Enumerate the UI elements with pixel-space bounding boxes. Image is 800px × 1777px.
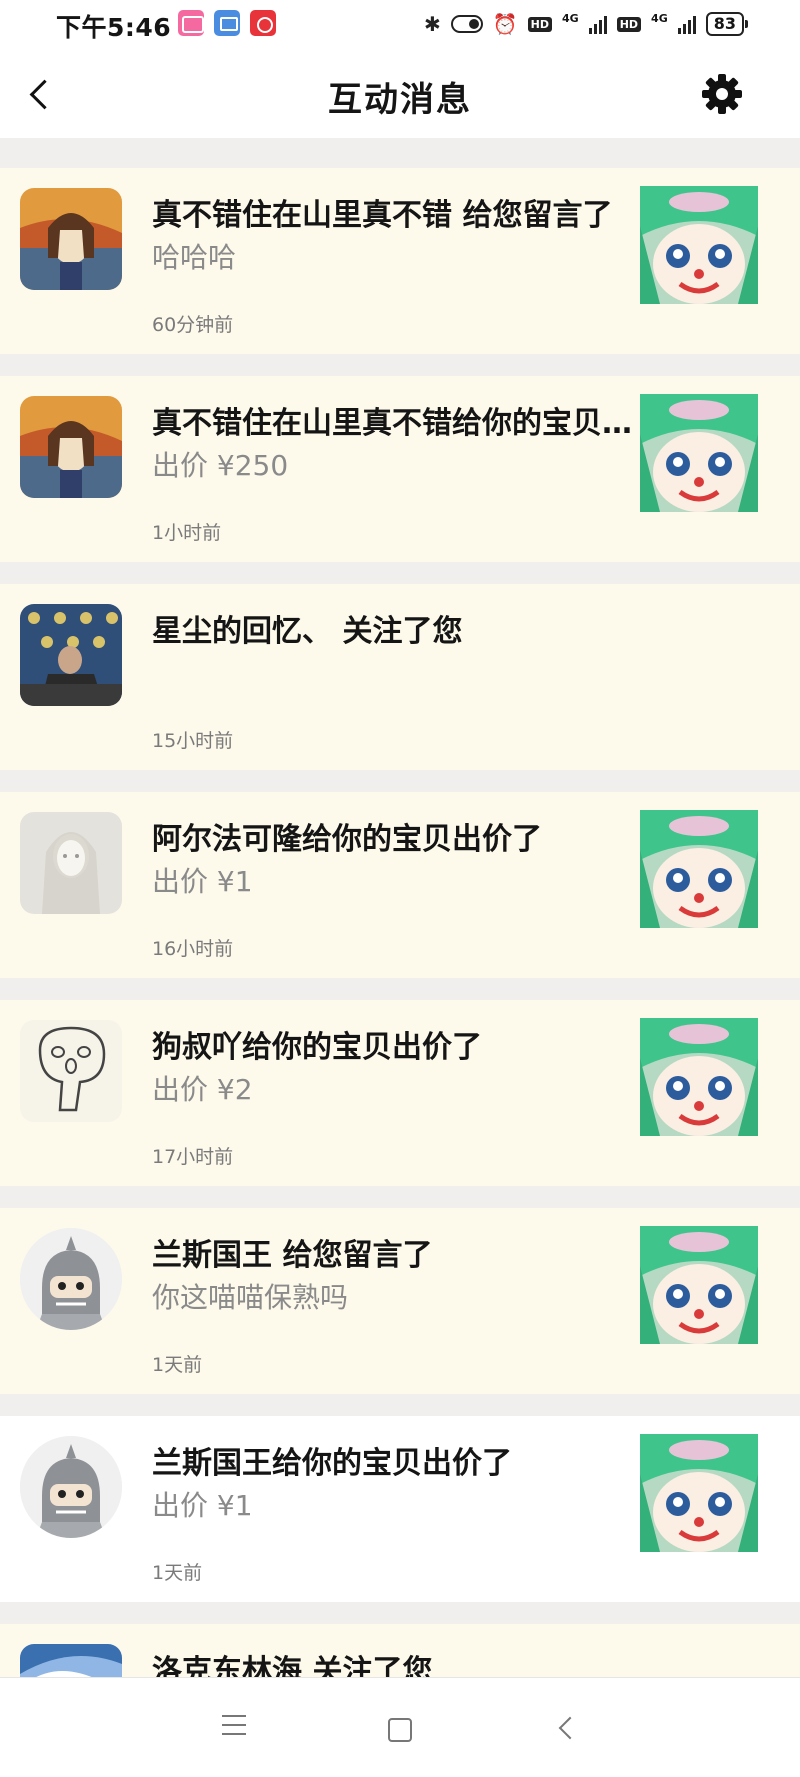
message-time: 17小时前 bbox=[152, 1146, 234, 1168]
item-thumbnail[interactable] bbox=[640, 394, 758, 512]
network-type-2: 4G bbox=[651, 11, 668, 25]
message-subtitle: 你这喵喵保熟吗 bbox=[152, 1281, 349, 1314]
message-title: 星尘的回忆、 关注了您 bbox=[152, 614, 463, 649]
music-app-icon bbox=[250, 10, 276, 36]
message-subtitle: 出价 ¥250 bbox=[152, 449, 289, 482]
signal-icon bbox=[588, 14, 607, 34]
message-time: 60分钟前 bbox=[152, 314, 234, 336]
toggle-icon bbox=[450, 15, 483, 33]
message-card[interactable]: 兰斯国王给你的宝贝出价了 出价 ¥1 1天前 bbox=[0, 1416, 800, 1602]
message-time: 1天前 bbox=[152, 1562, 203, 1584]
alarm-icon: ⏰ bbox=[492, 12, 518, 36]
message-title: 兰斯国王给你的宝贝出价了 bbox=[152, 1446, 512, 1481]
item-thumbnail[interactable] bbox=[640, 810, 758, 928]
message-time: 1天前 bbox=[152, 1354, 203, 1376]
message-card[interactable]: 真不错住在山里真不错 给您留言了 哈哈哈 60分钟前 bbox=[0, 168, 800, 354]
message-title: 真不错住在山里真不错给你的宝贝出价了 bbox=[152, 406, 642, 441]
message-time: 1小时前 bbox=[152, 522, 222, 544]
settings-button[interactable] bbox=[698, 70, 746, 118]
avatar[interactable] bbox=[20, 812, 122, 914]
status-icons: ✱ ⏰ HD 4G HD 4G 83 bbox=[424, 9, 749, 39]
page-title: 互动消息 bbox=[328, 80, 472, 120]
message-title: 狗叔吖给你的宝贝出价了 bbox=[152, 1030, 482, 1065]
signal-icon bbox=[677, 14, 696, 34]
item-thumbnail[interactable] bbox=[640, 1434, 758, 1552]
message-card[interactable]: 兰斯国王 给您留言了 你这喵喵保熟吗 1天前 bbox=[0, 1208, 800, 1394]
bluetooth-icon: ✱ bbox=[424, 12, 441, 36]
home-button[interactable] bbox=[376, 1708, 420, 1748]
status-time: 下午5:46 bbox=[56, 13, 172, 42]
system-back-button[interactable] bbox=[544, 1708, 588, 1748]
message-card[interactable]: 狗叔吖给你的宝贝出价了 出价 ¥2 17小时前 bbox=[0, 1000, 800, 1186]
mail-app-icon bbox=[214, 10, 240, 36]
avatar[interactable] bbox=[20, 1020, 122, 1122]
system-nav-bar bbox=[0, 1677, 800, 1777]
message-title: 阿尔法可隆给你的宝贝出价了 bbox=[152, 822, 542, 857]
battery-icon: 83 bbox=[705, 12, 749, 36]
avatar[interactable] bbox=[20, 1228, 122, 1330]
message-card[interactable]: 真不错住在山里真不错给你的宝贝出价了 出价 ¥250 1小时前 bbox=[0, 376, 800, 562]
nav-bar: 互动消息 bbox=[0, 50, 800, 138]
message-time: 16小时前 bbox=[152, 938, 234, 960]
message-card[interactable]: 阿尔法可隆给你的宝贝出价了 出价 ¥1 16小时前 bbox=[0, 792, 800, 978]
recent-apps-button[interactable] bbox=[212, 1708, 256, 1748]
network-type-1: 4G bbox=[562, 11, 579, 25]
avatar[interactable] bbox=[20, 604, 122, 706]
gear-icon bbox=[702, 74, 742, 114]
item-thumbnail[interactable] bbox=[640, 1226, 758, 1344]
message-subtitle: 哈哈哈 bbox=[152, 241, 237, 274]
hd-badge-1: HD bbox=[527, 16, 553, 32]
avatar[interactable] bbox=[20, 188, 122, 290]
message-card[interactable]: 星尘的回忆、 关注了您 15小时前 bbox=[0, 584, 800, 770]
item-thumbnail[interactable] bbox=[640, 186, 758, 304]
message-title: 兰斯国王 给您留言了 bbox=[152, 1238, 433, 1273]
message-subtitle: 出价 ¥1 bbox=[152, 1489, 253, 1522]
message-subtitle: 出价 ¥2 bbox=[152, 1073, 253, 1106]
bilibili-app-icon bbox=[178, 10, 204, 36]
avatar[interactable] bbox=[20, 1436, 122, 1538]
message-subtitle: 出价 ¥1 bbox=[152, 865, 253, 898]
status-bar: 下午5:46 ✱ ⏰ HD 4G HD 4G 83 bbox=[0, 0, 800, 50]
item-thumbnail[interactable] bbox=[640, 1018, 758, 1136]
hd-badge-2: HD bbox=[616, 16, 642, 32]
message-time: 15小时前 bbox=[152, 730, 234, 752]
message-title: 真不错住在山里真不错 给您留言了 bbox=[152, 198, 613, 233]
avatar[interactable] bbox=[20, 396, 122, 498]
